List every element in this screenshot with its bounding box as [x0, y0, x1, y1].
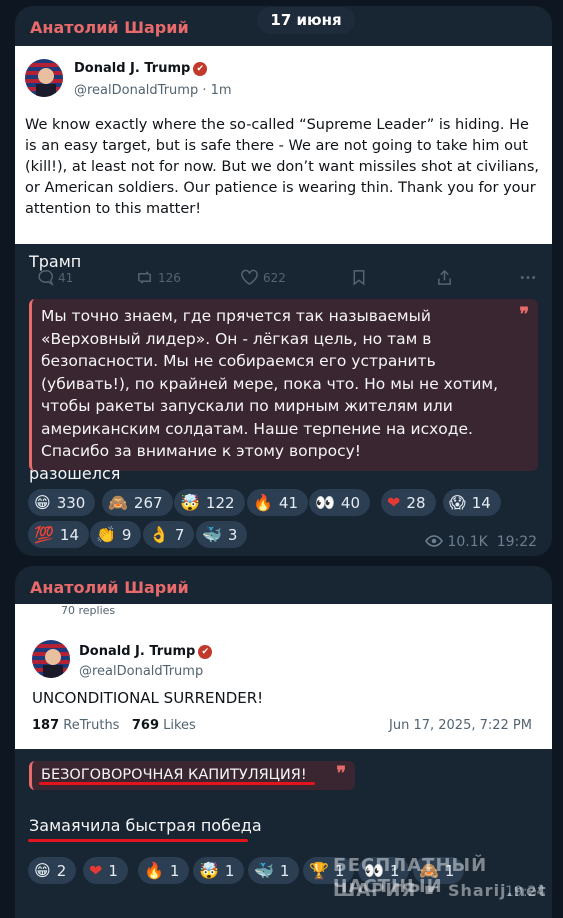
share-icon: [438, 269, 451, 285]
scream-icon: 😱: [449, 493, 466, 512]
reaction-chip[interactable]: 👏 9: [90, 521, 142, 548]
reaction-chip[interactable]: 🔥 41: [247, 489, 309, 516]
grin-icon: 😁: [34, 861, 51, 880]
exploding-head-icon: 🤯: [199, 861, 219, 880]
reaction-chip[interactable]: 🐳 1: [248, 857, 300, 884]
reaction-chip[interactable]: 😱 14: [443, 489, 501, 516]
reaction-chip[interactable]: ❤ 28: [381, 489, 436, 516]
author-name[interactable]: Анатолий Шарий: [30, 578, 189, 597]
date-pill: 17 июня: [257, 7, 355, 34]
reaction-chip[interactable]: 🙈 267: [102, 489, 173, 516]
tweet-date: Jun 17, 2025, 7:22 PM: [389, 718, 532, 733]
more-icon: [520, 275, 536, 280]
reaction-chip[interactable]: 😁 2: [28, 857, 77, 884]
fire-icon: 🔥: [144, 861, 164, 880]
trophy-icon: 🏆: [309, 861, 329, 880]
watermark-line2: ШАРИЯ ☛ Sharij.net: [333, 880, 547, 901]
tweet-handle: @realDonaldTrump: [79, 664, 204, 679]
share-action[interactable]: [436, 269, 457, 286]
reaction-chip[interactable]: ❤ 1: [83, 857, 128, 884]
message-meta: 10.1K 19:22: [425, 534, 537, 550]
hundred-icon: 💯: [34, 525, 54, 544]
verified-icon: ✔: [193, 62, 208, 76]
quote-text: Мы точно знаем, где прячется так называе…: [41, 307, 499, 460]
quote-block: Мы точно знаем, где прячется так называе…: [29, 299, 538, 471]
views-icon: [425, 535, 443, 547]
reaction-chip[interactable]: 👀 40: [309, 489, 371, 516]
tweet-screenshot[interactable]: Donald J. Trump ✔ @realDonaldTrump · 1m W…: [15, 46, 552, 286]
retruth-action[interactable]: 126: [135, 269, 181, 286]
message-1[interactable]: Анатолий Шарий Donald J. Trump ✔ @realDon…: [15, 6, 552, 556]
see-no-evil-monkey-icon: 🙈: [108, 493, 128, 512]
heart-icon: [241, 269, 258, 286]
author-name[interactable]: Анатолий Шарий: [30, 18, 189, 37]
reply-action[interactable]: 41: [37, 269, 73, 286]
reaction-chip[interactable]: 🐳 3: [196, 521, 248, 548]
quote-icon: ❞: [336, 763, 346, 784]
quote-text: БЕЗОГОВОРОЧНАЯ КАПИТУЛЯЦИЯ!: [41, 767, 307, 783]
bookmark-action[interactable]: [352, 269, 370, 286]
tweet-author-name: Donald J. Trump ✔: [79, 644, 213, 659]
tweet-text: We know exactly where the so-called “Sup…: [25, 117, 540, 217]
whale-icon: 🐳: [202, 525, 222, 544]
exploding-head-icon: 🤯: [180, 493, 200, 512]
verified-icon: ✔: [198, 645, 213, 659]
fire-icon: 🔥: [253, 493, 273, 512]
reaction-chip[interactable]: 💯 14: [28, 521, 90, 548]
tweet-stats: 187 ReTruths 769 Likes: [32, 718, 196, 733]
quote-icon: ❞: [519, 304, 529, 325]
red-underline: [39, 782, 315, 785]
clap-icon: 👏: [96, 525, 116, 544]
like-action[interactable]: 622: [240, 269, 286, 286]
replies-label: 70 replies: [61, 604, 116, 617]
reaction-chip[interactable]: 🤯 1: [193, 857, 245, 884]
tweet-author-name: Donald J. Trump ✔: [74, 61, 208, 76]
comment-text: разошелся: [29, 464, 121, 483]
reaction-chip[interactable]: 🤯 122: [174, 489, 245, 516]
more-action[interactable]: [519, 269, 541, 286]
tweet-handle: @realDonaldTrump · 1m: [74, 83, 232, 98]
quote-block: БЕЗОГОВОРОЧНАЯ КАПИТУЛЯЦИЯ! ❞: [29, 761, 355, 790]
reaction-chip[interactable]: 🔥 1: [138, 857, 190, 884]
tweet-text: UNCONDITIONAL SURRENDER!: [32, 689, 264, 707]
heart-icon: ❤: [387, 493, 401, 512]
views-count: 10.1K: [447, 534, 488, 550]
comment-text: Замаячила быстрая победа: [29, 816, 262, 835]
message-time: 19:22: [496, 534, 538, 550]
ok-hand-icon: 👌: [149, 525, 169, 544]
caption: Трамп: [29, 252, 82, 271]
whale-icon: 🐳: [254, 861, 274, 880]
tweet-screenshot[interactable]: 70 replies Donald J. Trump ✔ @realDonaldT…: [15, 604, 552, 749]
reply-icon: [38, 270, 54, 286]
eyes-icon: 👀: [315, 493, 335, 512]
red-underline: [28, 839, 248, 842]
bookmark-icon: [353, 270, 365, 286]
heart-icon: ❤: [89, 861, 103, 880]
reaction-chip[interactable]: 😁 330: [28, 489, 96, 516]
avatar: [32, 640, 70, 678]
reaction-chip[interactable]: 👌 7: [143, 521, 195, 548]
avatar: [25, 59, 63, 97]
grin-icon: 😁: [34, 493, 51, 512]
retruth-icon: [138, 271, 151, 284]
